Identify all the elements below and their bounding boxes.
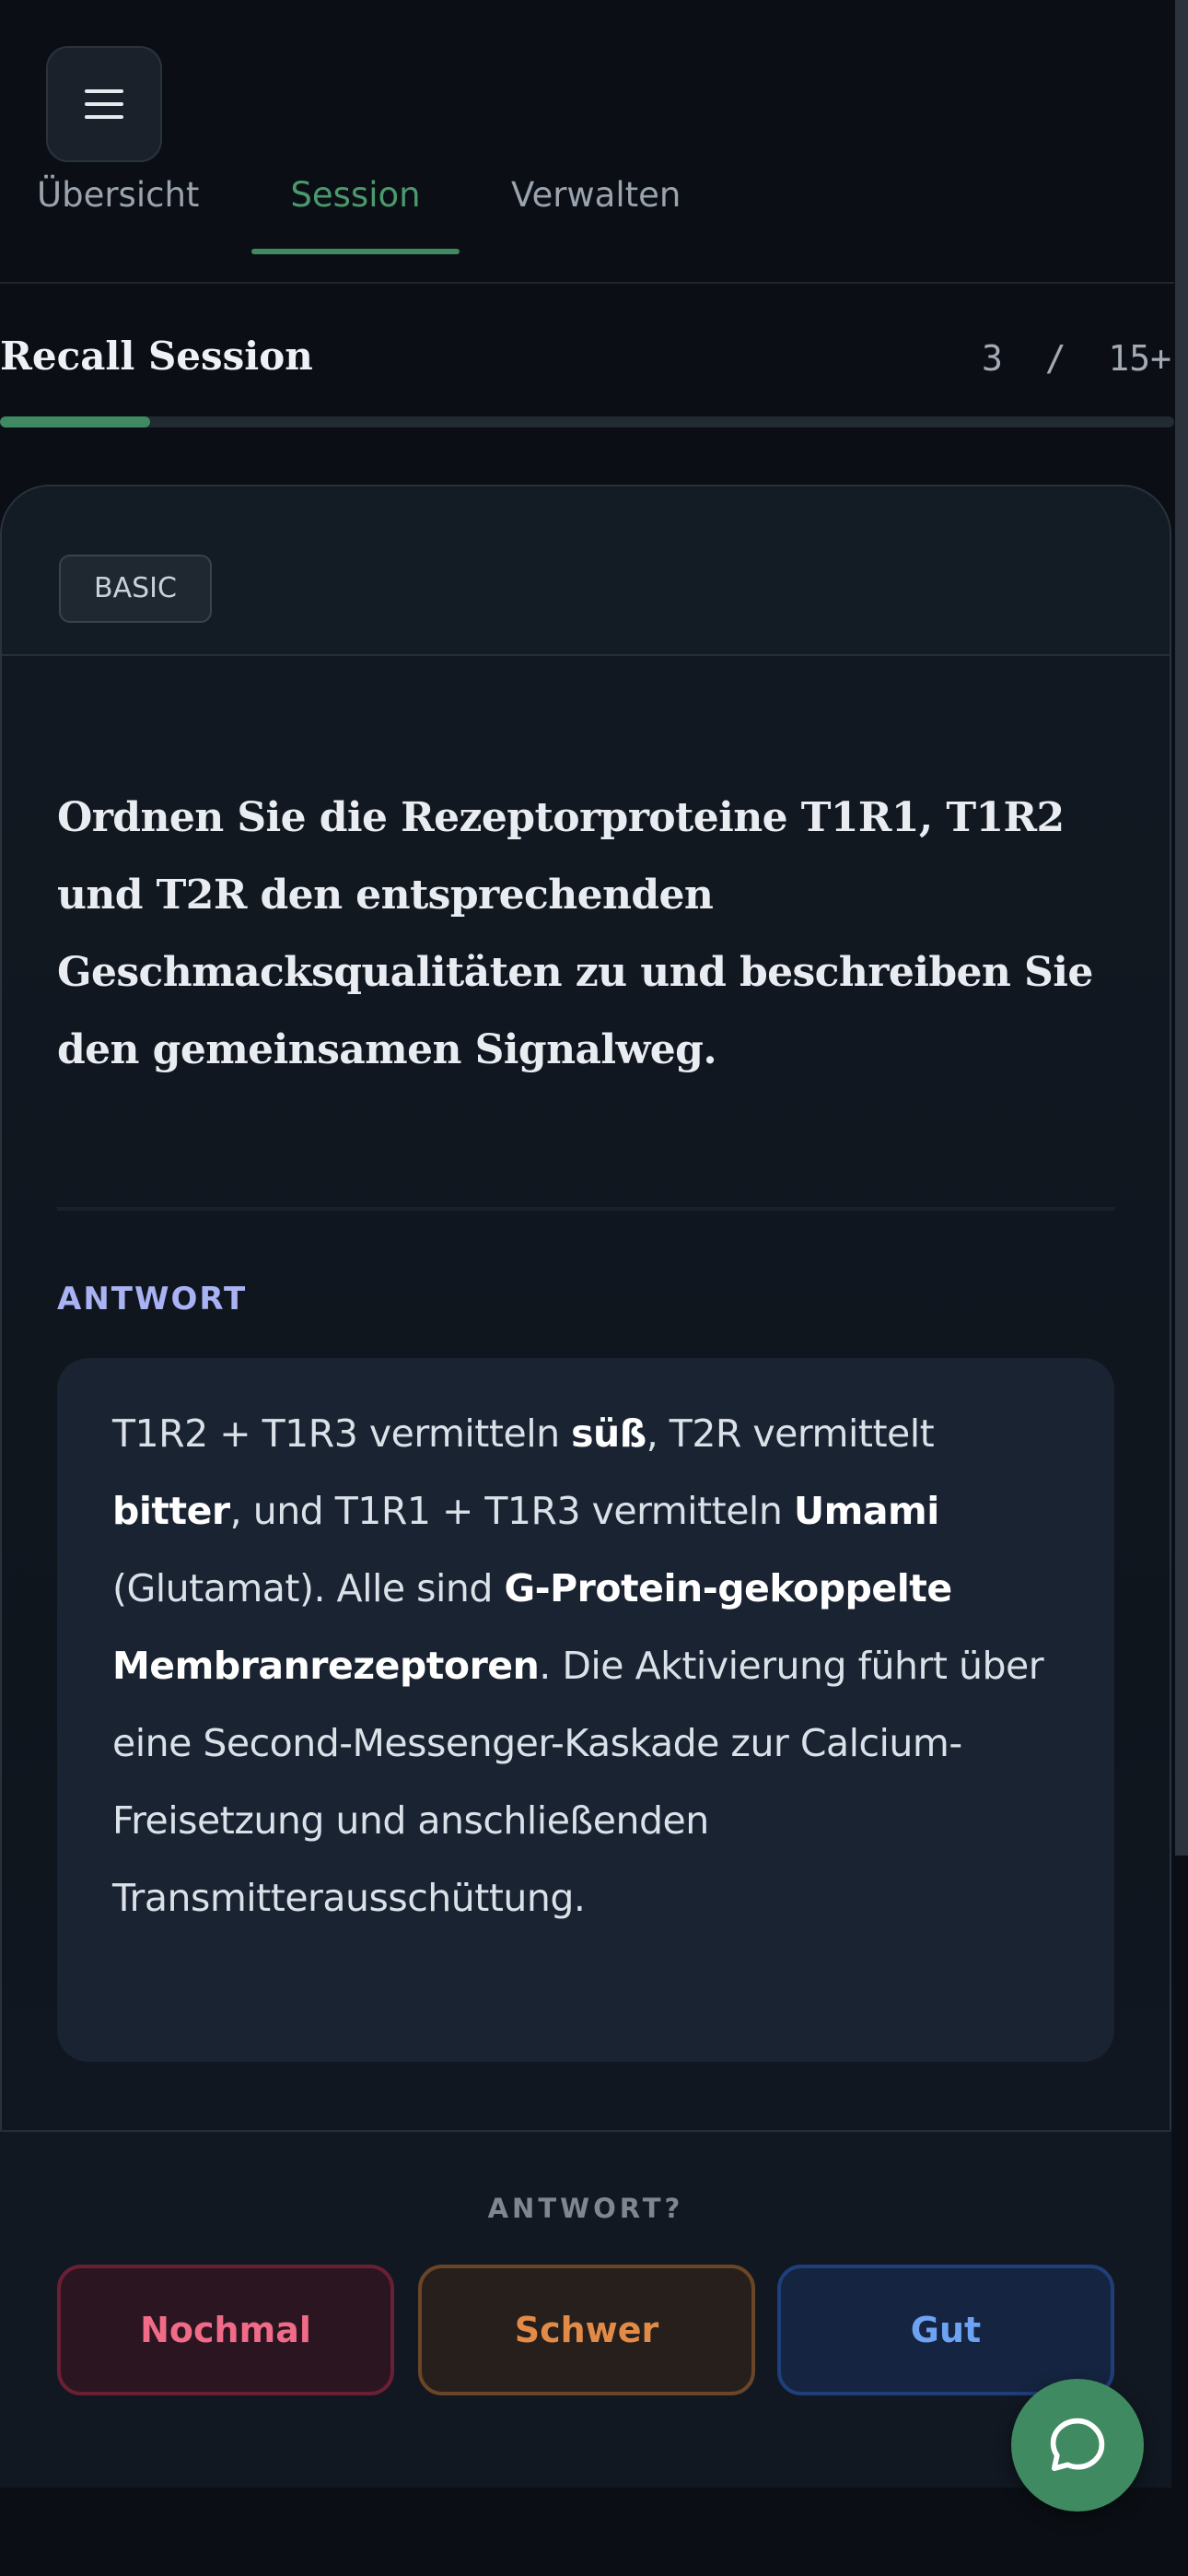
chat-button[interactable]: [1011, 2379, 1144, 2512]
scrollbar[interactable]: [1175, 0, 1188, 1856]
card-type-badge: BASIC: [59, 555, 212, 623]
counter-total: 15+: [1108, 338, 1171, 379]
rating-prompt: ANTWORT?: [487, 2193, 684, 2224]
answer-text: T1R2 + T1R3 vermitteln süß, T2R vermitte…: [112, 1395, 1061, 1937]
tab-overview[interactable]: Übersicht: [37, 166, 199, 282]
menu-button[interactable]: [46, 46, 162, 162]
answer-highlight: bitter: [112, 1489, 230, 1533]
session-progress-bar: [0, 416, 1174, 427]
tab-session[interactable]: Session: [251, 166, 460, 282]
answer-segment: , und T1R1 + T1R3 vermitteln: [229, 1489, 794, 1533]
tab-bar: Übersicht Session Verwalten: [0, 166, 1174, 284]
chat-bubble-icon: [1050, 2418, 1105, 2472]
counter-current: 3: [982, 338, 1003, 379]
answer-segment: , T2R vermittelt: [646, 1411, 935, 1456]
question-divider: [57, 1207, 1114, 1211]
rate-hard-button[interactable]: Schwer: [418, 2265, 755, 2395]
card-question: Ordnen Sie die Rezeptorproteine T1R1, T1…: [57, 794, 1093, 1073]
answer-segment: T1R2 + T1R3 vermitteln: [112, 1411, 572, 1456]
answer-segment: (Glutamat). Alle sind: [112, 1566, 505, 1610]
answer-highlight: süß: [571, 1411, 646, 1456]
tab-manage[interactable]: Verwalten: [511, 166, 681, 282]
card-header: BASIC: [2, 486, 1170, 656]
session-title: Recall Session: [0, 334, 313, 379]
active-tab-indicator: [251, 249, 460, 254]
answer-label: ANTWORT: [57, 1281, 248, 1317]
counter-separator: /: [1044, 338, 1066, 379]
session-counter: 3 / 15+: [982, 338, 1171, 379]
hamburger-menu-icon: [85, 89, 123, 119]
rate-again-button[interactable]: Nochmal: [57, 2265, 394, 2395]
session-progress-fill: [0, 416, 151, 427]
answer-box: T1R2 + T1R3 vermitteln süß, T2R vermitte…: [57, 1358, 1114, 2062]
rate-good-button[interactable]: Gut: [777, 2265, 1114, 2395]
answer-highlight: Umami: [793, 1489, 939, 1533]
